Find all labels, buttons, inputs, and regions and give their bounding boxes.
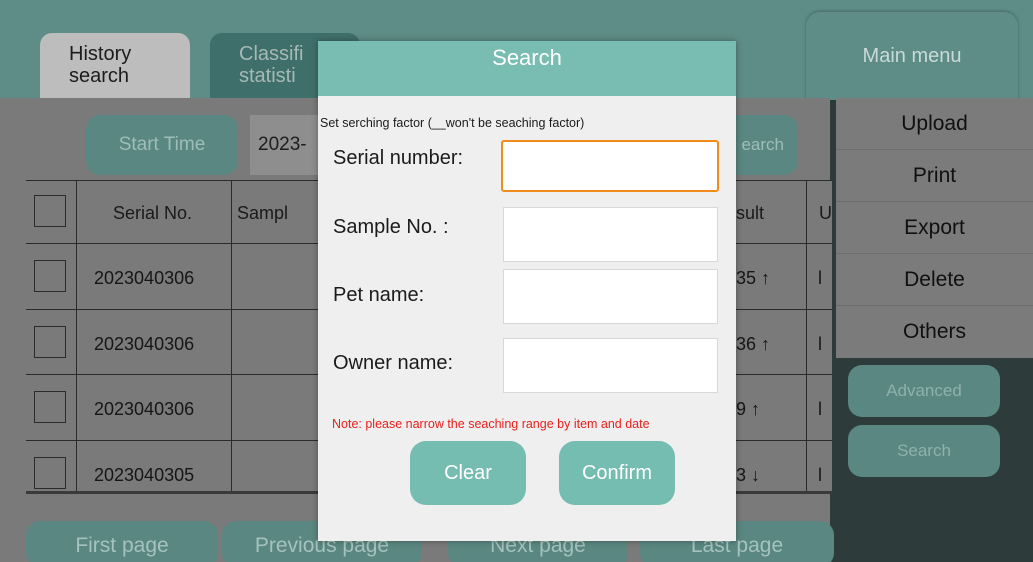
confirm-button[interactable]: Confirm xyxy=(559,441,675,505)
advanced-button[interactable]: Advanced xyxy=(848,365,1000,417)
arrow-up-icon: ↑ xyxy=(751,399,761,419)
row-checkbox[interactable] xyxy=(34,457,66,489)
unit-cell: l xyxy=(818,334,822,354)
select-all-checkbox[interactable] xyxy=(34,195,66,227)
owner-name-input[interactable] xyxy=(503,338,718,393)
serial-cell: 2023040306 xyxy=(94,268,195,288)
search-range-note: Note: please narrow the seaching range b… xyxy=(332,417,650,431)
column-header-sample: Sampl xyxy=(237,203,289,223)
main-menu-button[interactable]: Main menu xyxy=(806,12,1018,100)
tab-history-line2: search xyxy=(69,65,130,87)
result-value: 35 xyxy=(736,268,757,288)
row-checkbox[interactable] xyxy=(34,260,66,292)
serial-cell: 2023040306 xyxy=(94,334,195,354)
arrow-down-icon: ↓ xyxy=(751,465,761,485)
start-time-button[interactable]: Start Time xyxy=(86,115,238,175)
pet-name-label: Pet name: xyxy=(333,284,425,306)
tab-history-line1: History xyxy=(69,43,132,65)
owner-name-label: Owner name: xyxy=(333,352,454,374)
others-button[interactable]: Others xyxy=(836,306,1033,358)
delete-button[interactable]: Delete xyxy=(836,254,1033,306)
pet-name-input[interactable] xyxy=(503,269,718,324)
print-button[interactable]: Print xyxy=(836,150,1033,202)
result-value: 36 xyxy=(736,334,757,354)
column-header-serial: Serial No. xyxy=(113,203,193,223)
tab-history-search[interactable]: History search xyxy=(40,33,190,101)
serial-number-label: Serial number: xyxy=(333,147,464,169)
arrow-up-icon: ↑ xyxy=(761,268,771,288)
dialog-title: Search xyxy=(318,41,736,96)
unit-cell: l xyxy=(818,465,822,485)
unit-cell: l xyxy=(818,399,822,419)
search-factor-hint: Set serching factor (__won't be seaching… xyxy=(320,116,585,130)
result-cell: 35 ↑ xyxy=(736,268,770,289)
clear-button[interactable]: Clear xyxy=(410,441,526,505)
unit-cell: l xyxy=(818,268,822,288)
result-cell: 36 ↑ xyxy=(736,334,770,355)
result-cell: 9 ↑ xyxy=(736,399,760,420)
search-dialog: Search Set serching factor (__won't be s… xyxy=(318,41,736,541)
result-cell: 3 ↓ xyxy=(736,465,760,486)
result-value: 3 xyxy=(736,465,747,485)
sample-no-input[interactable] xyxy=(503,207,718,262)
arrow-up-icon: ↑ xyxy=(761,334,771,354)
upload-button[interactable]: Upload xyxy=(836,98,1033,150)
row-checkbox[interactable] xyxy=(34,391,66,423)
result-value: 9 xyxy=(736,399,747,419)
row-checkbox[interactable] xyxy=(34,326,66,358)
serial-cell: 2023040305 xyxy=(94,465,195,485)
sample-no-label: Sample No. : xyxy=(333,216,449,238)
export-button[interactable]: Export xyxy=(836,202,1033,254)
column-header-result: sult xyxy=(736,203,765,223)
column-header-unit: U xyxy=(819,203,832,223)
first-page-button[interactable]: First page xyxy=(26,521,218,562)
side-search-button[interactable]: Search xyxy=(848,425,1000,477)
serial-number-input[interactable] xyxy=(501,140,719,192)
serial-cell: 2023040306 xyxy=(94,399,195,419)
